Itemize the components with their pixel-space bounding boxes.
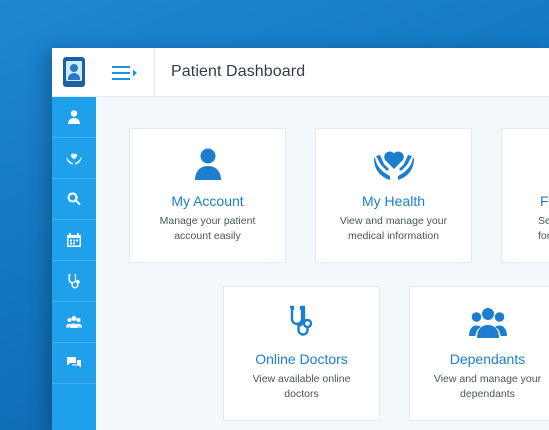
card-dependants[interactable]: Dependants View and manage your dependan… (409, 286, 549, 421)
group-icon (468, 308, 507, 338)
sidebar-item-search[interactable] (52, 179, 96, 220)
heart-hands-icon (66, 153, 82, 165)
card-my-account[interactable]: My Account Manage your patient account e… (129, 128, 286, 263)
top-bar: Patient Dashboard (96, 48, 549, 97)
sidebar-item-account[interactable] (52, 97, 96, 138)
card-title: My Health (361, 193, 426, 209)
chat-icon (67, 357, 81, 368)
user-icon (68, 110, 80, 124)
menu-toggle-icon (112, 65, 137, 80)
app-window: Patient Dashboard My Account Manage your… (52, 48, 549, 430)
user-icon (194, 148, 221, 180)
card-title: My Account (171, 193, 244, 209)
card-description: View and manage your dependants (433, 373, 542, 400)
stethoscope-icon (289, 305, 312, 336)
page-title: Patient Dashboard (171, 63, 306, 80)
card-description: View available online doctors (252, 373, 351, 400)
card-description: View and manage your medical information (339, 215, 448, 242)
card-my-health[interactable]: My Health View and manage your medical i… (315, 128, 472, 263)
doctor-logo-icon (63, 57, 85, 87)
sidebar-item-doctors[interactable] (52, 261, 96, 302)
card-title: Dependants (449, 351, 526, 367)
card-online-doctors[interactable]: Online Doctors View available online doc… (223, 286, 380, 421)
sidebar-item-messages[interactable] (52, 343, 96, 384)
stethoscope-icon (68, 274, 80, 289)
card-description: Se for y (538, 215, 549, 242)
card-description: Manage your patient account easily (159, 215, 256, 242)
search-icon (67, 192, 81, 206)
card-title: Fi (540, 193, 549, 209)
card-title: Online Doctors (255, 351, 348, 367)
card-partial[interactable]: Fi Se for y (501, 128, 549, 263)
sidebar (52, 48, 96, 430)
sidebar-item-health[interactable] (52, 138, 96, 179)
menu-toggle-button[interactable] (96, 48, 155, 97)
calendar-icon (67, 233, 81, 247)
heart-hands-icon (373, 151, 414, 180)
sidebar-item-calendar[interactable] (52, 220, 96, 261)
sidebar-item-dependants[interactable] (52, 302, 96, 343)
app-logo[interactable] (52, 48, 96, 97)
group-icon (66, 316, 82, 328)
